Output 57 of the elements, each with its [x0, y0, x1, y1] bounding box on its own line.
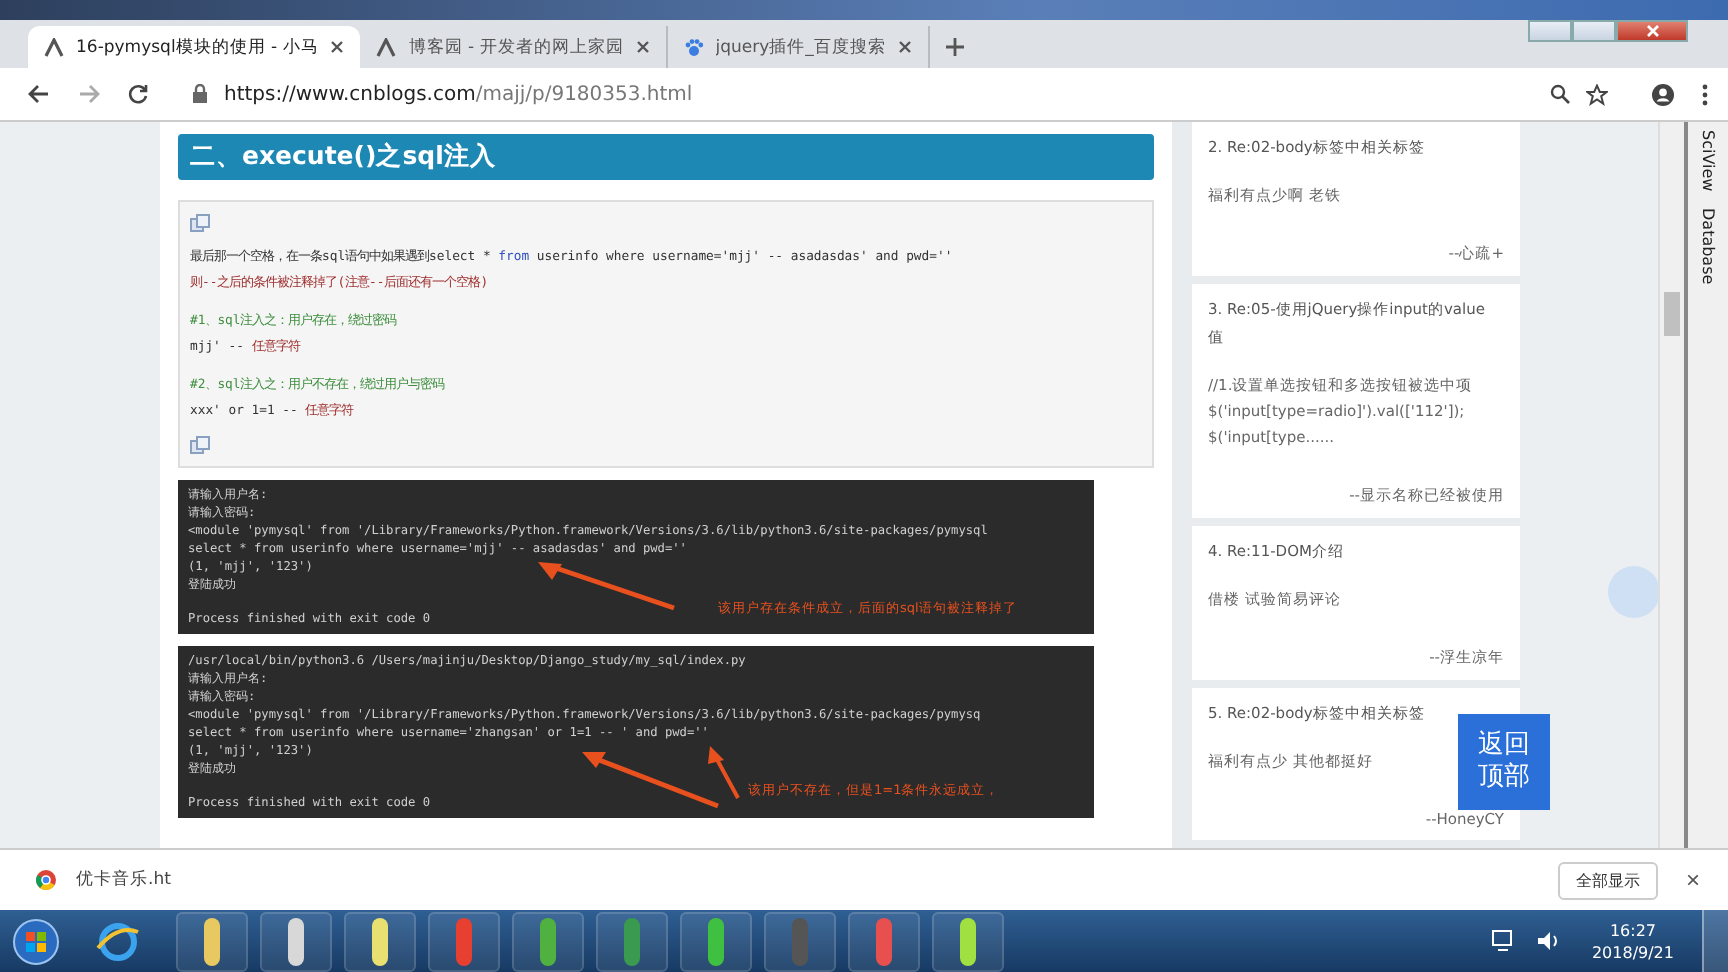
taskbar-app[interactable] — [512, 911, 584, 971]
forward-arrow-icon — [78, 84, 100, 104]
tube-icon — [538, 917, 558, 965]
copy-icon — [190, 436, 210, 454]
taskbar-app[interactable] — [932, 911, 1004, 971]
start-orb-icon — [12, 917, 60, 965]
account-icon — [1652, 83, 1674, 105]
download-item[interactable]: 优卡音乐.ht — [36, 868, 276, 892]
close-icon — [330, 40, 345, 54]
menu-icon — [1702, 83, 1708, 105]
blog-logo-icon — [376, 37, 397, 57]
back-arrow-icon — [28, 84, 50, 104]
blog-logo-icon — [44, 37, 64, 57]
tube-icon — [958, 917, 978, 965]
lock-icon — [192, 84, 208, 104]
plus-icon — [946, 37, 965, 55]
taskbar-app[interactable] — [176, 911, 248, 971]
scrollbar[interactable] — [1658, 122, 1684, 848]
tube-icon — [454, 917, 474, 965]
close-icon — [897, 40, 912, 54]
show-desktop-button[interactable] — [1702, 910, 1728, 972]
browser-tab[interactable]: 16-pymysql模块的使用 - 小马 — [28, 26, 361, 68]
zoom-icon — [1550, 84, 1570, 104]
speaker-icon — [1535, 930, 1560, 952]
taskbar-app[interactable] — [680, 911, 752, 971]
browser-e-icon — [96, 919, 140, 963]
close-icon — [1645, 24, 1659, 38]
clock-date[interactable]: 2018/9/21 — [1591, 941, 1674, 963]
taskbar-app[interactable] — [260, 911, 332, 971]
avatar-circle — [1608, 566, 1660, 618]
browser-logo-icon — [36, 870, 56, 890]
tube-icon — [874, 917, 894, 965]
scrollbar-thumb[interactable] — [1664, 292, 1680, 336]
section-heading: 二、execute()之sql注入 — [178, 134, 1154, 180]
reload-icon — [128, 84, 148, 104]
show-all-button[interactable]: 全部显示 — [1557, 861, 1658, 899]
address-field[interactable]: https://www.cnblogs.com/majj/p/9180353.html — [176, 74, 1624, 114]
maximize-button[interactable] — [1572, 20, 1616, 42]
minimize-button[interactable] — [1528, 20, 1572, 42]
close-button[interactable]: × — [1677, 866, 1708, 894]
copy-icon — [190, 214, 210, 232]
tool-window-tab[interactable]: Database — [1699, 207, 1717, 284]
clock-time[interactable]: 16:27 — [1609, 919, 1657, 941]
tube-icon — [370, 917, 390, 965]
tube-icon — [622, 917, 642, 965]
back-to-top-button[interactable]: 返回顶部 — [1458, 714, 1550, 810]
tool-window-tab[interactable]: SciView — [1699, 130, 1717, 192]
tube-icon — [790, 917, 810, 965]
url-text: https://www.cnblogs.com/majj/p/9180353.html — [224, 83, 693, 105]
close-window-button[interactable] — [1616, 20, 1688, 42]
star-icon — [1586, 83, 1608, 105]
close-icon — [635, 40, 650, 54]
tube-icon — [286, 917, 306, 965]
paw-icon — [683, 37, 704, 57]
tube-icon — [202, 917, 222, 965]
tube-icon — [706, 917, 726, 965]
taskbar-app[interactable] — [344, 911, 416, 971]
